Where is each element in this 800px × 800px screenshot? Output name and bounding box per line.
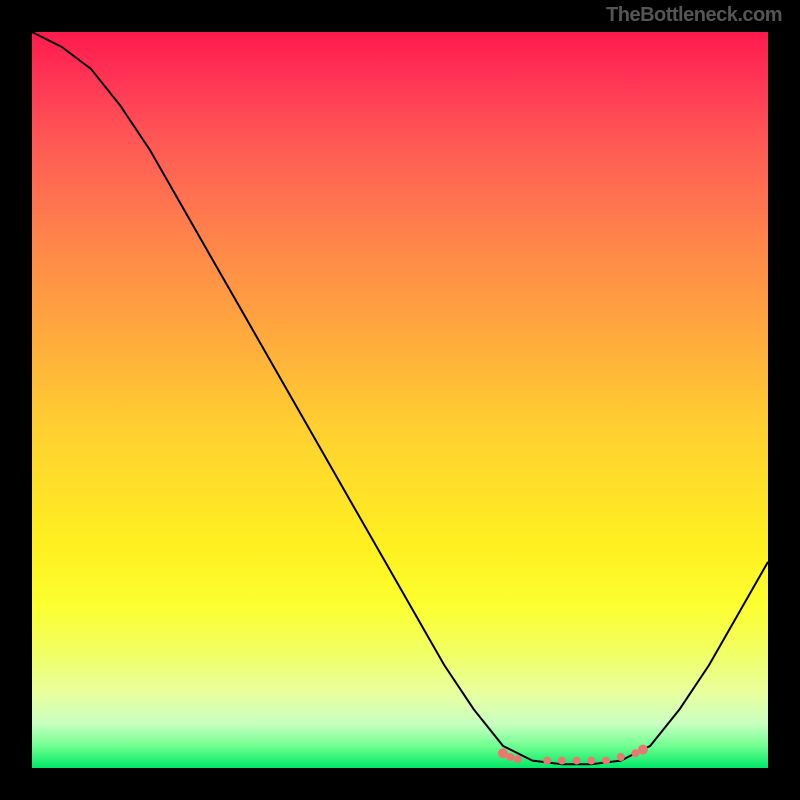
chart-gradient-background [32, 32, 768, 768]
chart-curve [32, 32, 768, 768]
trough-dot [514, 755, 522, 763]
trough-dot [573, 757, 581, 765]
trough-dot [543, 757, 551, 765]
trough-dot [602, 757, 610, 765]
trough-dot [587, 757, 595, 765]
trough-dot [558, 757, 566, 765]
attribution-text: TheBottleneck.com [606, 4, 782, 27]
bottleneck-curve-line [32, 32, 768, 764]
trough-dot [638, 745, 648, 755]
trough-dot [617, 753, 625, 761]
trough-dot [506, 753, 514, 761]
